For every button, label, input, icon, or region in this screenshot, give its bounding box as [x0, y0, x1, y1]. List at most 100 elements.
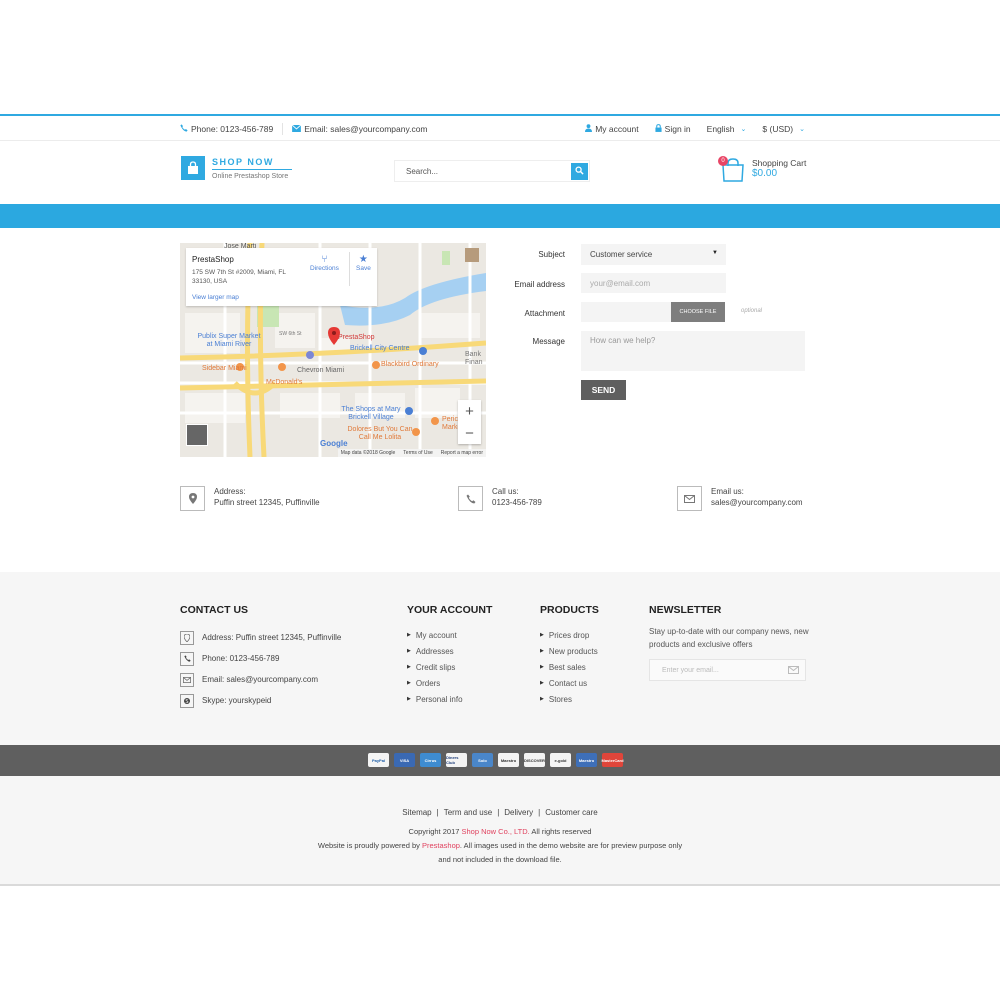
google-map[interactable]: Jose Marti PrestaShop Publix Super Marke…: [180, 243, 486, 457]
directions-icon: ⑂: [321, 254, 328, 265]
map-label-chevron: Chevron Miami: [297, 367, 345, 374]
subject-select[interactable]: Customer service ▼: [581, 244, 726, 265]
google-logo: Google: [320, 439, 348, 448]
choose-file-button[interactable]: CHOOSE FILE: [671, 302, 725, 322]
footer-link-prices-drop[interactable]: ▶ Prices drop: [540, 627, 599, 643]
my-account-link[interactable]: My account: [585, 123, 639, 134]
map-place-address: 175 SW 7th St #2009, Miami, FL 33130, US…: [192, 269, 286, 285]
contact-email: Email us: sales@yourcompany.com: [677, 486, 803, 511]
footer-link-new-products[interactable]: ▶ New products: [540, 643, 599, 659]
bullet-icon: ▶: [540, 696, 544, 702]
zoom-out-button[interactable]: −: [458, 422, 481, 444]
map-terms-link[interactable]: Terms of Use: [403, 450, 432, 456]
user-icon: [585, 123, 593, 134]
optional-hint: optional: [741, 308, 763, 314]
map-label-sidebar: Sidebar Miami: [202, 365, 247, 372]
send-button[interactable]: SEND: [581, 380, 626, 400]
envelope-submit-icon[interactable]: [788, 666, 799, 676]
subject-label: Subject: [538, 250, 565, 259]
skype-icon: S: [180, 693, 194, 708]
chevron-down-icon: ⌄: [799, 125, 805, 133]
search-icon: [575, 166, 584, 177]
bottom-links: Sitemap | Term and use | Delivery | Customer c…: [402, 808, 598, 817]
bullet-icon: ▶: [407, 664, 411, 670]
footer-contact-us: CONTACT US Address: Puffin street 12345,…: [180, 604, 341, 711]
customer-care-link[interactable]: Customer care: [545, 808, 597, 817]
currency-selector[interactable]: $ (USD) ⌄: [762, 124, 805, 134]
shopping-cart[interactable]: 0 Shopping Cart $0.00: [718, 156, 807, 183]
phone-icon: [180, 651, 194, 666]
delivery-link[interactable]: Delivery: [504, 808, 533, 817]
lock-icon: [655, 123, 662, 134]
footer-link-credit-slips[interactable]: ▶ Credit slips: [407, 659, 492, 675]
footer-heading: NEWSLETTER: [649, 604, 722, 616]
footer-address: Address: Puffin street 12345, Puffinvill…: [180, 627, 341, 648]
map-label-blackbird: Blackbird Ordinary: [381, 361, 439, 368]
footer-email[interactable]: Email: sales@yourcompany.com: [180, 669, 341, 690]
zoom-in-button[interactable]: +: [458, 400, 481, 422]
street-view-pegman-icon[interactable]: [186, 424, 208, 446]
footer-link-my-account[interactable]: ▶ My account: [407, 627, 492, 643]
email-label: Email address: [514, 280, 565, 289]
map-label-pin: PrestaShop: [338, 334, 375, 341]
footer-link-stores[interactable]: ▶ Stores: [540, 691, 599, 707]
footer-phone: Phone: 0123-456-789: [180, 648, 341, 669]
language-selector[interactable]: English ⌄: [707, 124, 747, 134]
envelope-icon: [677, 486, 702, 511]
map-place-card: PrestaShop 175 SW 7th St #2009, Miami, F…: [186, 248, 377, 306]
topbar-email[interactable]: Email: sales@yourcompany.com: [292, 124, 428, 134]
topbar-phone: Phone: 0123-456-789: [180, 124, 273, 134]
star-icon: ★: [358, 254, 368, 265]
message-textarea[interactable]: How can we help?: [581, 331, 805, 371]
footer-link-contact-us[interactable]: ▶ Contact us: [540, 675, 599, 691]
mastercard-icon: MasterCard: [602, 753, 624, 767]
footer-link-orders[interactable]: ▶ Orders: [407, 675, 492, 691]
bullet-icon: ▶: [407, 632, 411, 638]
bottom-footer: Sitemap | Term and use | Delivery | Customer c…: [0, 776, 1000, 886]
contact-info-row: Address: Puffin street 12345, Puffinville…: [0, 486, 1000, 516]
attachment-field[interactable]: [581, 302, 671, 322]
bullet-icon: ▶: [540, 680, 544, 686]
footer-link-addresses[interactable]: ▶ Addresses: [407, 643, 492, 659]
contact-call: Call us: 0123-456-789: [458, 486, 542, 511]
navigation-bar: [0, 204, 1000, 228]
shopping-bag-icon: [181, 156, 205, 180]
footer: CONTACT US Address: Puffin street 12345,…: [0, 572, 1000, 745]
bullet-icon: ▶: [407, 680, 411, 686]
logo[interactable]: SHOP NOW Online Prestashop Store: [181, 156, 292, 180]
company-link[interactable]: Shop Now Co., LTD.: [462, 827, 530, 836]
cart-label: Shopping Cart: [752, 158, 807, 168]
sign-in-link[interactable]: Sign in: [655, 124, 691, 134]
envelope-icon: [180, 672, 194, 687]
envelope-icon: [292, 124, 302, 134]
solo-icon: Solo: [472, 753, 493, 767]
search-button[interactable]: [571, 163, 588, 180]
contact-address: Address: Puffin street 12345, Puffinville: [180, 486, 320, 511]
map-label-dolores: Dolores But You Can Call Me Lolita: [347, 426, 413, 441]
footer-link-best-sales[interactable]: ▶ Best sales: [540, 659, 599, 675]
logo-title: SHOP NOW: [212, 156, 292, 170]
map-marker-icon: [180, 486, 205, 511]
footer-newsletter: NEWSLETTER Stay up-to-date with our comp…: [649, 604, 809, 681]
sitemap-link[interactable]: Sitemap: [402, 808, 431, 817]
view-larger-map-link[interactable]: View larger map: [192, 294, 239, 301]
search-input[interactable]: [395, 161, 571, 181]
newsletter-email-input[interactable]: Enter your email...: [649, 659, 806, 681]
newsletter-description: Stay up-to-date with our company news, n…: [649, 627, 809, 649]
footer-skype: S Skype: yourskypeid: [180, 690, 341, 711]
egold-icon: e-gold: [550, 753, 571, 767]
map-report-link[interactable]: Report a map error: [441, 450, 483, 456]
logo-subtitle: Online Prestashop Store: [212, 173, 289, 180]
contact-email-link[interactable]: sales@yourcompany.com: [711, 497, 803, 508]
prestashop-link[interactable]: Prestashop: [422, 841, 460, 850]
footer-link-personal-info[interactable]: ▶ Personal info: [407, 691, 492, 707]
map-label-publix: Publix Super Market at Miami River: [197, 333, 261, 348]
directions-button[interactable]: ⑂ Directions: [310, 254, 339, 272]
map-label-sw6: SW 6th St: [279, 331, 302, 337]
user-avatar-icon[interactable]: [465, 248, 479, 262]
email-field[interactable]: your@email.com: [581, 273, 726, 293]
terms-link[interactable]: Term and use: [444, 808, 492, 817]
map-marker-icon: [180, 630, 194, 645]
save-button[interactable]: ★ Save: [356, 254, 371, 272]
divider: [349, 252, 350, 286]
